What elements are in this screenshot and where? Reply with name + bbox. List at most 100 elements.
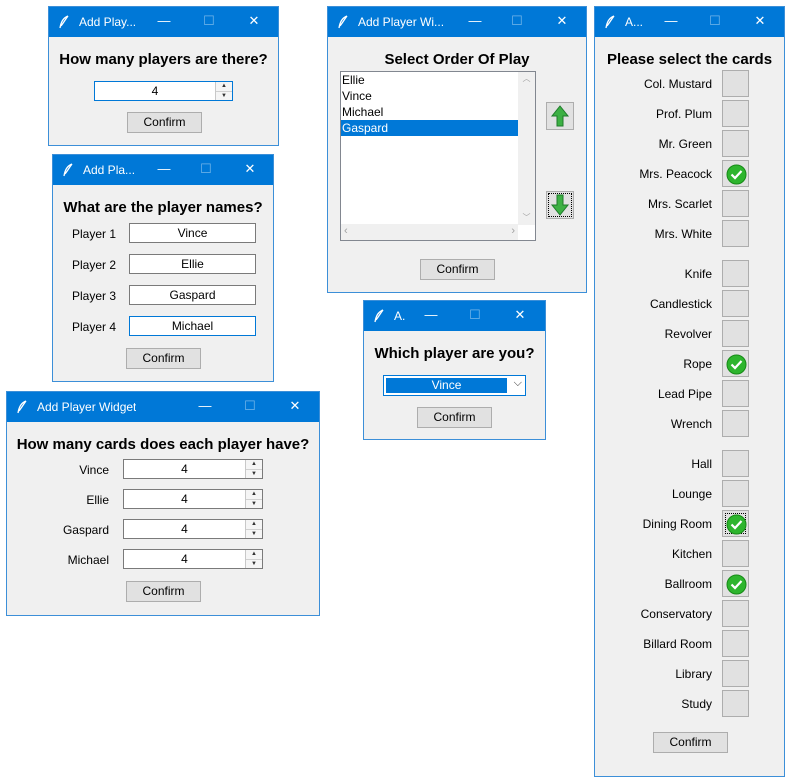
card-count-spinbox[interactable]: 4 ▲ ▼ bbox=[123, 549, 263, 569]
minimize-icon[interactable]: — bbox=[157, 161, 171, 177]
confirm-button[interactable]: Confirm bbox=[127, 112, 202, 133]
list-item[interactable]: Ellie bbox=[341, 72, 522, 88]
card-label: Mrs. Peacock bbox=[639, 167, 712, 181]
titlebar[interactable]: Add Pla... — ☐ ✕ bbox=[53, 155, 273, 185]
card-toggle-button[interactable] bbox=[722, 510, 749, 537]
card-toggle-button[interactable] bbox=[722, 190, 749, 217]
close-icon[interactable]: ✕ bbox=[555, 13, 569, 29]
player-name-input[interactable]: Michael bbox=[129, 316, 256, 336]
list-item[interactable]: Michael bbox=[341, 104, 522, 120]
card-toggle-button[interactable] bbox=[722, 600, 749, 627]
list-item[interactable]: Vince bbox=[341, 88, 522, 104]
minimize-icon[interactable]: — bbox=[468, 13, 482, 29]
card-label: Study bbox=[681, 697, 712, 711]
spin-up-icon[interactable]: ▲ bbox=[246, 520, 262, 529]
list-item[interactable]: Gaspard bbox=[341, 120, 522, 136]
player-name-input[interactable]: Vince bbox=[129, 223, 256, 243]
scroll-left-icon[interactable]: ‹ bbox=[344, 225, 348, 237]
spinbox-value: 4 bbox=[181, 522, 188, 536]
card-toggle-button[interactable] bbox=[722, 570, 749, 597]
card-label: Dining Room bbox=[642, 517, 712, 531]
move-up-button[interactable] bbox=[546, 102, 574, 130]
close-icon[interactable]: ✕ bbox=[288, 398, 302, 414]
player-label: Player 3 bbox=[71, 289, 116, 303]
player-combobox[interactable]: Vince ⌵ bbox=[383, 375, 526, 396]
confirm-button[interactable]: Confirm bbox=[653, 732, 728, 753]
titlebar[interactable]: A... — ☐ ✕ bbox=[595, 7, 784, 37]
card-toggle-button[interactable] bbox=[722, 690, 749, 717]
card-toggle-button[interactable] bbox=[722, 130, 749, 157]
player-label: Player 2 bbox=[71, 258, 116, 272]
minimize-icon[interactable]: — bbox=[157, 13, 171, 29]
card-toggle-button[interactable] bbox=[722, 450, 749, 477]
card-label: Lead Pipe bbox=[657, 387, 712, 401]
card-toggle-button[interactable] bbox=[722, 480, 749, 507]
window-order-of-play: Add Player Wi... — ☐ ✕ Select Order Of P… bbox=[327, 6, 587, 293]
card-toggle-button[interactable] bbox=[722, 70, 749, 97]
spin-up-icon[interactable]: ▲ bbox=[246, 550, 262, 559]
window-player-names: Add Pla... — ☐ ✕ What are the player nam… bbox=[52, 154, 274, 382]
scroll-right-icon[interactable]: › bbox=[511, 225, 515, 237]
spin-down-icon[interactable]: ▼ bbox=[246, 499, 262, 508]
close-icon[interactable]: ✕ bbox=[513, 307, 527, 323]
window-which-player: A. — ☐ ✕ Which player are you? Vince ⌵ C… bbox=[363, 300, 546, 440]
card-toggle-button[interactable] bbox=[722, 380, 749, 407]
spin-up-icon[interactable]: ▲ bbox=[246, 460, 262, 469]
card-toggle-button[interactable] bbox=[722, 220, 749, 247]
confirm-button[interactable]: Confirm bbox=[126, 581, 201, 602]
card-toggle-button[interactable] bbox=[722, 320, 749, 347]
spin-up-icon[interactable]: ▲ bbox=[246, 490, 262, 499]
card-toggle-button[interactable] bbox=[722, 540, 749, 567]
titlebar[interactable]: A. — ☐ ✕ bbox=[364, 301, 545, 331]
card-count-spinbox[interactable]: 4 ▲ ▼ bbox=[123, 489, 263, 509]
card-label: Revolver bbox=[664, 327, 712, 341]
spin-up-icon[interactable]: ▲ bbox=[216, 82, 232, 91]
window-title: Add Player Wi... bbox=[358, 15, 445, 29]
player-name-input[interactable]: Ellie bbox=[129, 254, 256, 274]
confirm-button[interactable]: Confirm bbox=[420, 259, 495, 280]
play-order-listbox[interactable]: Ellie Vince Michael Gaspard ︿ ﹀ ‹ › bbox=[340, 71, 536, 241]
player-count-spinbox[interactable]: 4 ▲ ▼ bbox=[94, 81, 233, 101]
card-toggle-button[interactable] bbox=[722, 350, 749, 377]
card-toggle-button[interactable] bbox=[722, 290, 749, 317]
chevron-down-icon[interactable]: ⌵ bbox=[514, 377, 522, 390]
horizontal-scrollbar[interactable]: ‹ › bbox=[341, 224, 518, 240]
spin-down-icon[interactable]: ▼ bbox=[246, 469, 262, 478]
card-toggle-button[interactable] bbox=[722, 260, 749, 287]
confirm-button[interactable]: Confirm bbox=[126, 348, 201, 369]
minimize-icon[interactable]: — bbox=[664, 13, 678, 29]
window-title: A. bbox=[394, 309, 406, 323]
feather-icon bbox=[17, 400, 27, 414]
close-icon[interactable]: ✕ bbox=[753, 13, 767, 29]
titlebar[interactable]: Add Player Widget — ☐ ✕ bbox=[7, 392, 319, 422]
player-label: Michael bbox=[67, 553, 109, 567]
minimize-icon[interactable]: — bbox=[424, 307, 438, 323]
titlebar[interactable]: Add Player Wi... — ☐ ✕ bbox=[328, 7, 586, 37]
card-toggle-button[interactable] bbox=[722, 100, 749, 127]
feather-icon bbox=[59, 15, 69, 29]
card-count-spinbox[interactable]: 4 ▲ ▼ bbox=[123, 519, 263, 539]
card-toggle-button[interactable] bbox=[722, 630, 749, 657]
scroll-up-icon[interactable]: ︿ bbox=[518, 72, 535, 86]
dialog-heading: Select Order Of Play bbox=[384, 51, 530, 68]
titlebar[interactable]: Add Play... — ☐ ✕ bbox=[49, 7, 278, 37]
dialog-heading: What are the player names? bbox=[63, 199, 263, 216]
vertical-scrollbar[interactable]: ︿ ﹀ bbox=[518, 72, 535, 225]
spin-down-icon[interactable]: ▼ bbox=[246, 529, 262, 538]
player-name-input[interactable]: Gaspard bbox=[129, 285, 256, 305]
maximize-icon: ☐ bbox=[709, 13, 721, 28]
card-toggle-button[interactable] bbox=[722, 410, 749, 437]
close-icon[interactable]: ✕ bbox=[243, 161, 257, 177]
card-toggle-button[interactable] bbox=[722, 160, 749, 187]
spinbox-value: 4 bbox=[181, 552, 188, 566]
card-toggle-button[interactable] bbox=[722, 660, 749, 687]
card-label: Mr. Green bbox=[658, 137, 712, 151]
close-icon[interactable]: ✕ bbox=[247, 13, 261, 29]
spin-down-icon[interactable]: ▼ bbox=[246, 559, 262, 568]
confirm-button[interactable]: Confirm bbox=[417, 407, 492, 428]
spin-down-icon[interactable]: ▼ bbox=[216, 91, 232, 100]
move-down-button[interactable] bbox=[546, 191, 574, 219]
minimize-icon[interactable]: — bbox=[198, 398, 212, 414]
scroll-down-icon[interactable]: ﹀ bbox=[518, 211, 535, 225]
card-count-spinbox[interactable]: 4 ▲ ▼ bbox=[123, 459, 263, 479]
